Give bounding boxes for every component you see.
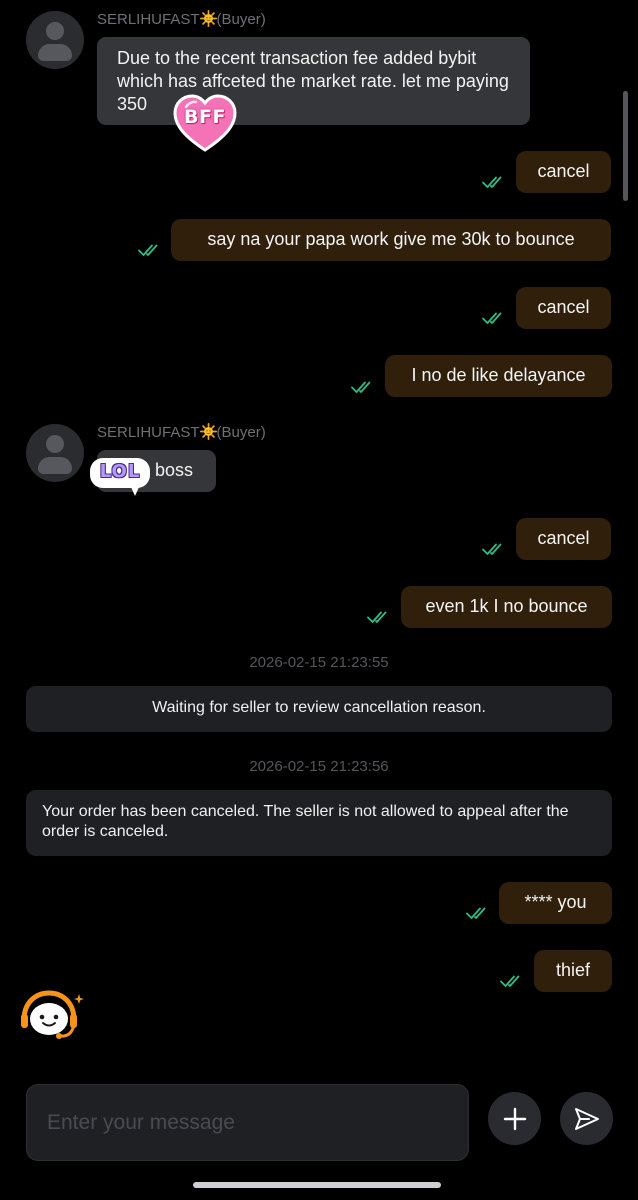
read-receipt-icon	[466, 906, 490, 920]
sender-role: (Buyer)	[216, 424, 266, 441]
message-text: **** you	[524, 892, 587, 912]
default-avatar-icon	[46, 22, 64, 40]
support-bot-icon	[21, 990, 84, 1039]
default-avatar-icon	[46, 435, 64, 453]
send-icon	[574, 1107, 599, 1130]
add-attachment-button[interactable]	[488, 1092, 541, 1145]
message-text: cancel	[537, 297, 590, 317]
system-message: Your order has been canceled. The seller…	[26, 790, 612, 856]
sender-avatar[interactable]	[26, 11, 84, 69]
read-receipt-icon	[482, 311, 506, 325]
send-button[interactable]	[560, 1092, 613, 1145]
sender-username: SERLIHUFAST	[97, 11, 200, 28]
message-text: I no de like delayance	[411, 365, 586, 385]
sender-username: SERLIHUFAST	[97, 424, 200, 441]
outgoing-message-bubble[interactable]: cancel	[516, 518, 611, 560]
message-text: say na your papa work give me 30k to bou…	[207, 229, 575, 249]
home-indicator[interactable]	[193, 1182, 441, 1188]
sender-avatar[interactable]	[26, 424, 84, 482]
outgoing-message-bubble[interactable]: cancel	[516, 287, 611, 329]
message-text: cancel	[537, 161, 590, 181]
message-text: boss	[155, 460, 194, 480]
sticker-label: BFF	[184, 106, 226, 128]
message-input-container[interactable]	[26, 1084, 469, 1161]
outgoing-message-bubble[interactable]: cancel	[516, 151, 611, 193]
sender-name: SERLIHUFAST (Buyer)	[97, 10, 266, 28]
outgoing-message-bubble[interactable]: say na your papa work give me 30k to bou…	[171, 219, 611, 261]
sender-name: SERLIHUFAST (Buyer)	[97, 423, 266, 441]
read-receipt-icon	[482, 542, 506, 556]
message-text: thief	[555, 960, 591, 980]
outgoing-message-bubble[interactable]: even 1k I no bounce	[401, 586, 612, 628]
lol-sticker: LOL	[88, 456, 152, 498]
message-timestamp: 2026-02-15 21:23:56	[249, 758, 389, 775]
scrollbar[interactable]	[623, 91, 628, 201]
outgoing-message-bubble[interactable]: **** you	[499, 882, 612, 924]
outgoing-message-bubble[interactable]: I no de like delayance	[385, 355, 612, 397]
read-receipt-icon	[367, 610, 391, 624]
message-timestamp: 2026-02-15 21:23:55	[249, 654, 389, 671]
message-text: even 1k I no bounce	[425, 596, 588, 616]
sender-role: (Buyer)	[216, 11, 266, 28]
support-bot-button[interactable]	[18, 990, 88, 1042]
sun-emoji-icon	[200, 423, 217, 440]
read-receipt-icon	[482, 175, 506, 189]
incoming-message-bubble[interactable]: Due to the recent transaction fee added …	[97, 37, 530, 125]
read-receipt-icon	[138, 243, 162, 257]
plus-icon	[503, 1107, 526, 1130]
bff-heart-sticker: BFF	[172, 93, 238, 153]
system-message-text: Waiting for seller to review cancellatio…	[152, 699, 486, 716]
sun-emoji-icon	[200, 10, 217, 27]
outgoing-message-bubble[interactable]: thief	[534, 950, 612, 992]
read-receipt-icon	[500, 974, 524, 988]
read-receipt-icon	[351, 380, 375, 394]
message-input[interactable]	[47, 1085, 448, 1160]
message-text: cancel	[537, 528, 590, 548]
sticker-label: LOL	[99, 461, 141, 482]
system-message: Waiting for seller to review cancellatio…	[26, 686, 612, 732]
system-message-text: Your order has been canceled. The seller…	[42, 803, 569, 840]
